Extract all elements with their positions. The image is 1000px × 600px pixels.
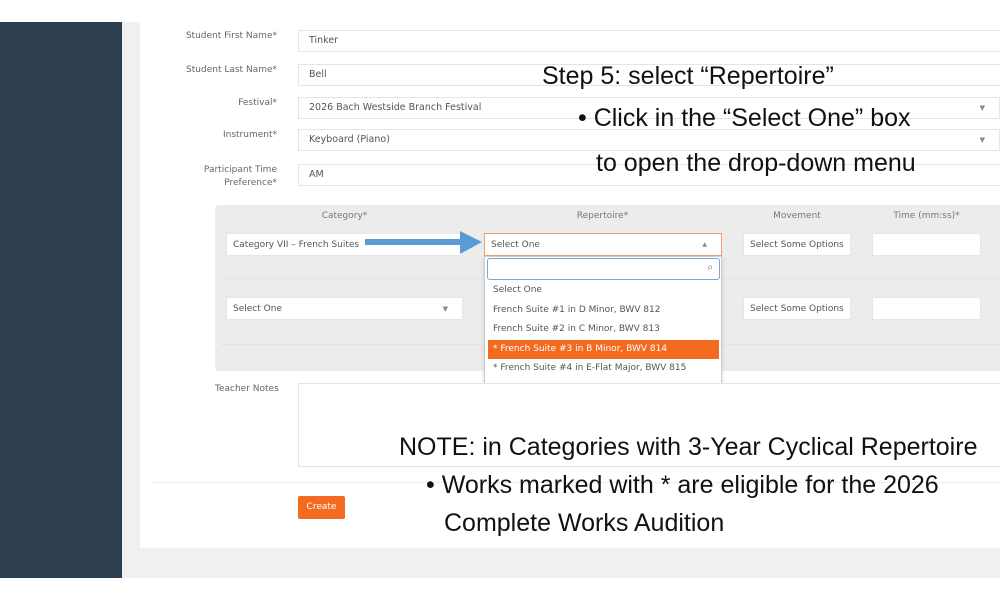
first-name-input[interactable]: Tinker xyxy=(298,30,1000,52)
time-input-1[interactable] xyxy=(872,233,981,256)
time-pref-label: Participant TimePreference* xyxy=(204,164,277,190)
create-button[interactable]: Create xyxy=(298,496,345,519)
dropdown-option[interactable]: Select One xyxy=(488,281,719,300)
step-instruction: Step 5: select “Repertoire” xyxy=(542,62,834,91)
dropdown-search-input[interactable]: ⌕ xyxy=(487,258,720,280)
arrow-annotation-icon xyxy=(365,230,483,256)
repertoire-header: Repertoire* xyxy=(484,211,721,221)
last-name-label: Student Last Name* xyxy=(186,64,277,77)
chevron-up-icon: ▲ xyxy=(702,234,707,256)
instrument-value: Keyboard (Piano) xyxy=(309,134,390,145)
time-pref-label-line2: Preference* xyxy=(204,177,277,190)
repertoire-value: Select One xyxy=(491,240,540,250)
category-select-2[interactable]: Select One ▼ xyxy=(226,297,463,320)
search-icon: ⌕ xyxy=(707,262,713,273)
sidebar xyxy=(0,22,122,578)
instruction-bullet-1: • Click in the “Select One” box xyxy=(578,104,911,133)
dropdown-option[interactable]: French Suite #2 in C Minor, BWV 813 xyxy=(488,320,719,339)
time-input-2[interactable] xyxy=(872,297,981,320)
chevron-down-icon: ▼ xyxy=(443,298,448,320)
instrument-label: Instrument* xyxy=(223,129,277,142)
teacher-notes-label: Teacher Notes xyxy=(215,384,279,394)
time-header: Time (mm:ss)* xyxy=(872,211,981,221)
dropdown-option[interactable]: * French Suite #4 in E-Flat Major, BWV 8… xyxy=(488,359,719,378)
dropdown-option[interactable]: * French Suite #3 in B Minor, BWV 814 xyxy=(488,340,719,359)
time-pref-label-line1: Participant Time xyxy=(204,164,277,177)
note-heading: NOTE: in Categories with 3-Year Cyclical… xyxy=(399,433,977,462)
note-bullet: • Works marked with * are eligible for t… xyxy=(426,471,939,500)
movement-header: Movement xyxy=(743,211,851,221)
note-bullet-cont: Complete Works Audition xyxy=(444,509,724,538)
festival-value: 2026 Bach Westside Branch Festival xyxy=(309,102,481,113)
repertoire-select-1[interactable]: Select One ▲ xyxy=(484,233,722,256)
first-name-label: Student First Name* xyxy=(186,30,277,43)
festival-label: Festival* xyxy=(238,97,277,110)
instruction-bullet-1-cont: to open the drop-down menu xyxy=(596,149,916,178)
category-value-2: Select One xyxy=(233,304,282,314)
chevron-down-icon: ▼ xyxy=(980,98,985,118)
chevron-down-icon: ▼ xyxy=(980,130,985,150)
dropdown-option[interactable]: French Suite #1 in D Minor, BWV 812 xyxy=(488,301,719,320)
movement-select-1[interactable]: Select Some Options xyxy=(743,233,851,256)
movement-select-2[interactable]: Select Some Options xyxy=(743,297,851,320)
category-header: Category* xyxy=(226,211,463,221)
